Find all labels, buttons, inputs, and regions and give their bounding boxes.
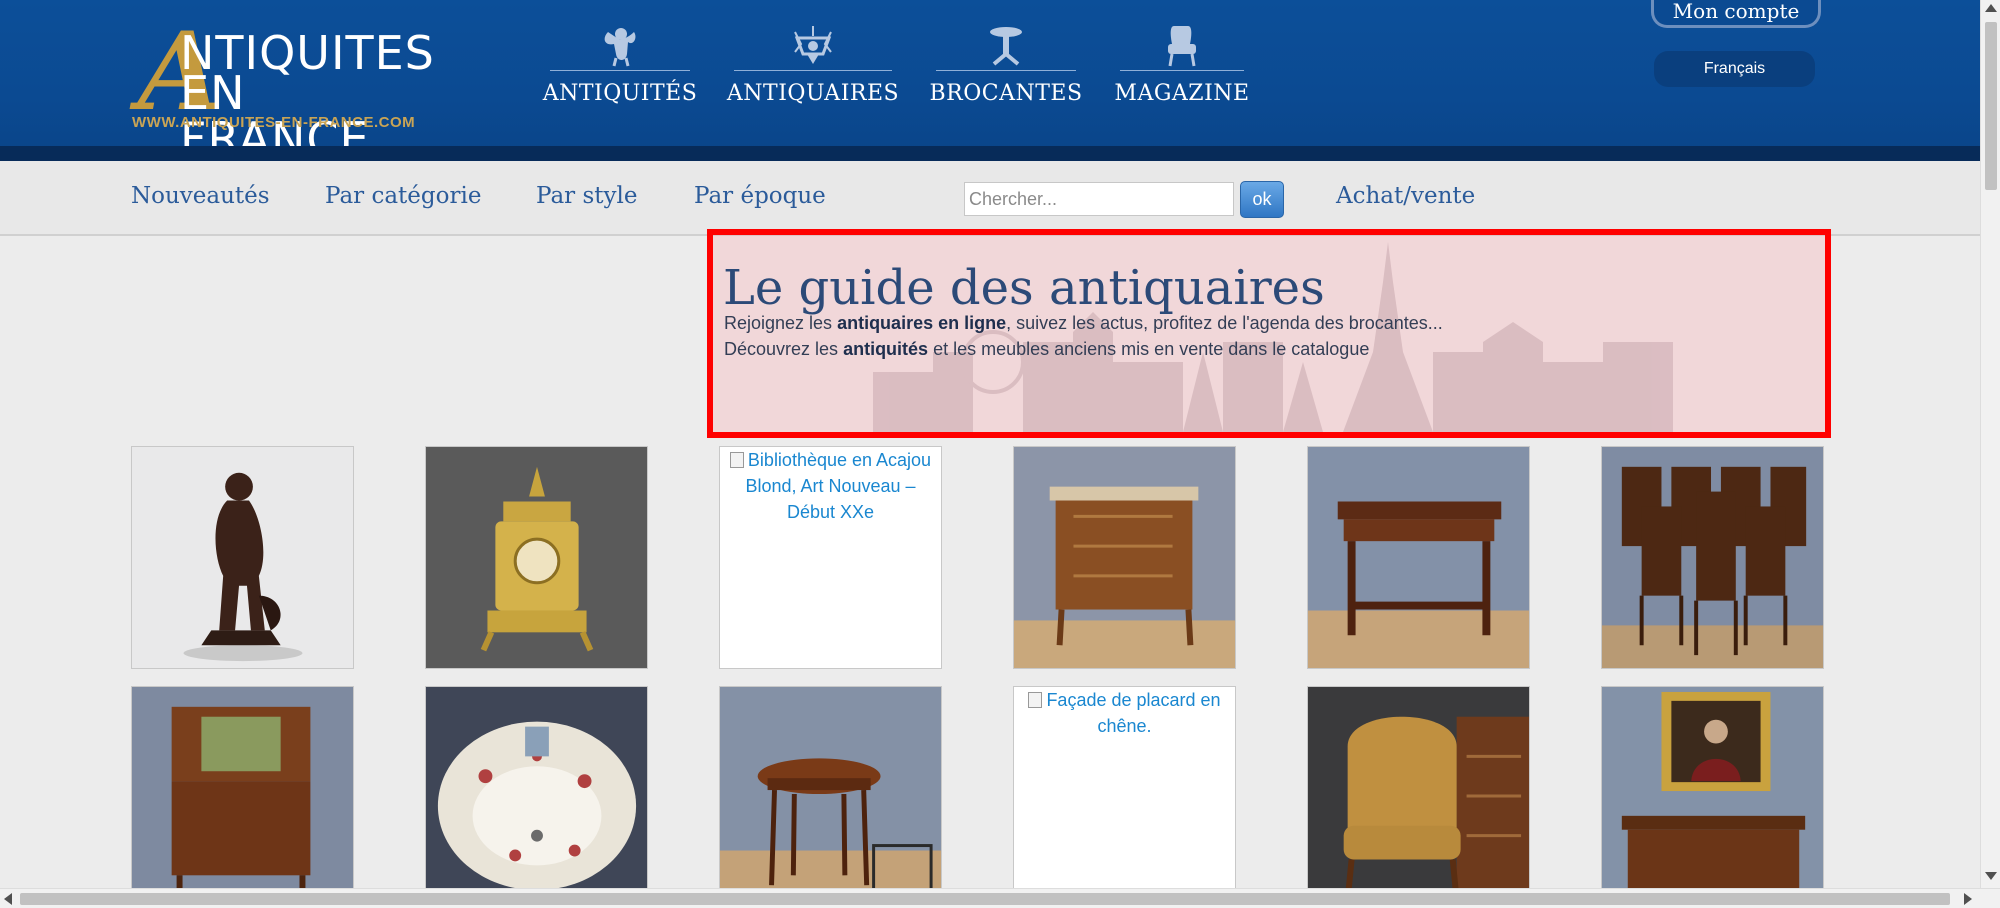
- product-tile[interactable]: [1013, 446, 1236, 669]
- cherub-icon: [604, 28, 636, 67]
- guide-line-2-pre: Découvrez les: [724, 339, 844, 359]
- product-tile[interactable]: [425, 446, 648, 669]
- product-image: [1308, 687, 1529, 908]
- subnav-link-style[interactable]: Par style: [536, 183, 637, 209]
- guide-title: Le guide des antiquaires: [723, 260, 1325, 316]
- site-header: A NTIQUITES EN FRANCE WWW.ANTIQUITES-EN-…: [0, 0, 1980, 162]
- horizontal-scroll-thumb[interactable]: [20, 893, 1950, 905]
- guide-link-antiquites[interactable]: antiquités: [843, 339, 928, 359]
- product-tile[interactable]: [425, 686, 648, 908]
- nav-item-brocantes[interactable]: BROCANTES: [929, 24, 1082, 114]
- scroll-down-arrow-icon[interactable]: [1985, 872, 1997, 880]
- product-alt-text: Bibliothèque en Acajou Blond, Art Nouvea…: [720, 447, 941, 525]
- product-image: [132, 447, 353, 668]
- broken-image-icon: [1028, 692, 1043, 708]
- guide-line-1-pre: Rejoignez les: [724, 313, 838, 333]
- scroll-left-arrow-icon[interactable]: [4, 893, 12, 905]
- nav-rule: [550, 70, 690, 71]
- product-alt: Bibliothèque en Acajou Blond, Art Nouvea…: [745, 450, 932, 522]
- armchair-icon: [1168, 26, 1196, 67]
- nav-label: ANTIQUITÉS: [542, 81, 698, 106]
- product-image: [132, 687, 353, 908]
- guide-line-2: Découvrez les antiquités et les meubles …: [724, 339, 1369, 360]
- main-nav: ANTIQUITÉS ANTIQUAIRES BROCANTES MAGAZIN…: [543, 24, 1249, 114]
- product-tile[interactable]: [1307, 446, 1530, 669]
- product-image: [1602, 687, 1823, 908]
- product-tile[interactable]: [1601, 686, 1824, 908]
- logo-url: WWW.ANTIQUITES-EN-FRANCE.COM: [132, 114, 416, 131]
- product-image: [426, 687, 647, 908]
- scroll-right-arrow-icon[interactable]: [1964, 893, 1972, 905]
- guide-banner: Le guide des antiquaires Rejoignez les a…: [707, 229, 1831, 438]
- search-ok-button[interactable]: ok: [1240, 181, 1284, 218]
- broken-image-icon: [729, 452, 744, 468]
- nav-item-magazine[interactable]: MAGAZINE: [1114, 24, 1249, 114]
- nav-label: MAGAZINE: [1114, 81, 1250, 106]
- nav-label: ANTIQUAIRES: [726, 81, 900, 106]
- product-tile[interactable]: [1601, 446, 1824, 669]
- product-tile[interactable]: [131, 686, 354, 908]
- product-tile[interactable]: [719, 686, 942, 908]
- product-alt: Façade de placard en chêne.: [1046, 690, 1221, 736]
- nav-item-antiquites[interactable]: ANTIQUITÉS: [543, 24, 697, 114]
- product-image: [720, 687, 941, 908]
- vertical-scrollbar[interactable]: [1980, 0, 2000, 888]
- product-image: [1602, 447, 1823, 668]
- nav-rule: [734, 70, 892, 71]
- nav-item-antiquaires[interactable]: ANTIQUAIRES: [727, 24, 899, 114]
- guide-line-1-post: , suivez les actus, profitez de l'agenda…: [1006, 313, 1443, 333]
- product-image: [426, 447, 647, 668]
- site-logo[interactable]: A NTIQUITES EN FRANCE WWW.ANTIQUITES-EN-…: [130, 18, 450, 162]
- product-tile[interactable]: [131, 446, 354, 669]
- product-alt-text: Façade de placard en chêne.: [1014, 687, 1235, 739]
- subnav-link-nouveautes[interactable]: Nouveautés: [131, 183, 270, 209]
- language-selector[interactable]: Français: [1654, 51, 1815, 87]
- account-button[interactable]: Mon compte: [1651, 0, 1821, 28]
- nav-rule: [1120, 70, 1244, 71]
- subnav-link-epoque[interactable]: Par époque: [694, 183, 826, 209]
- product-tile[interactable]: [1307, 686, 1530, 908]
- search-input[interactable]: [964, 182, 1234, 216]
- chandelier-icon: [794, 26, 832, 64]
- product-tile-broken-image[interactable]: Façade de placard en chêne.: [1013, 686, 1236, 908]
- product-image: [1014, 447, 1235, 668]
- guide-line-2-post: et les meubles anciens mis en vente dans…: [928, 339, 1370, 359]
- sub-nav: Nouveautés Par catégorie Par style Par é…: [0, 161, 1980, 236]
- subnav-link-categorie[interactable]: Par catégorie: [325, 183, 481, 209]
- horizontal-scrollbar[interactable]: [0, 888, 2000, 908]
- guide-link-antiquaires-en-ligne[interactable]: antiquaires en ligne: [837, 313, 1006, 333]
- guide-line-1: Rejoignez les antiquaires en ligne, suiv…: [724, 313, 1443, 334]
- pedestal-table-icon: [990, 27, 1022, 66]
- nav-label: BROCANTES: [929, 81, 1083, 106]
- header-dark-strip: [0, 146, 1980, 161]
- vertical-scroll-thumb[interactable]: [1985, 22, 1997, 190]
- product-tile-broken-image[interactable]: Bibliothèque en Acajou Blond, Art Nouvea…: [719, 446, 942, 669]
- scroll-up-arrow-icon[interactable]: [1985, 4, 1997, 12]
- nav-rule: [936, 70, 1076, 71]
- product-image: [1308, 447, 1529, 668]
- subnav-link-achat-vente[interactable]: Achat/vente: [1336, 183, 1475, 209]
